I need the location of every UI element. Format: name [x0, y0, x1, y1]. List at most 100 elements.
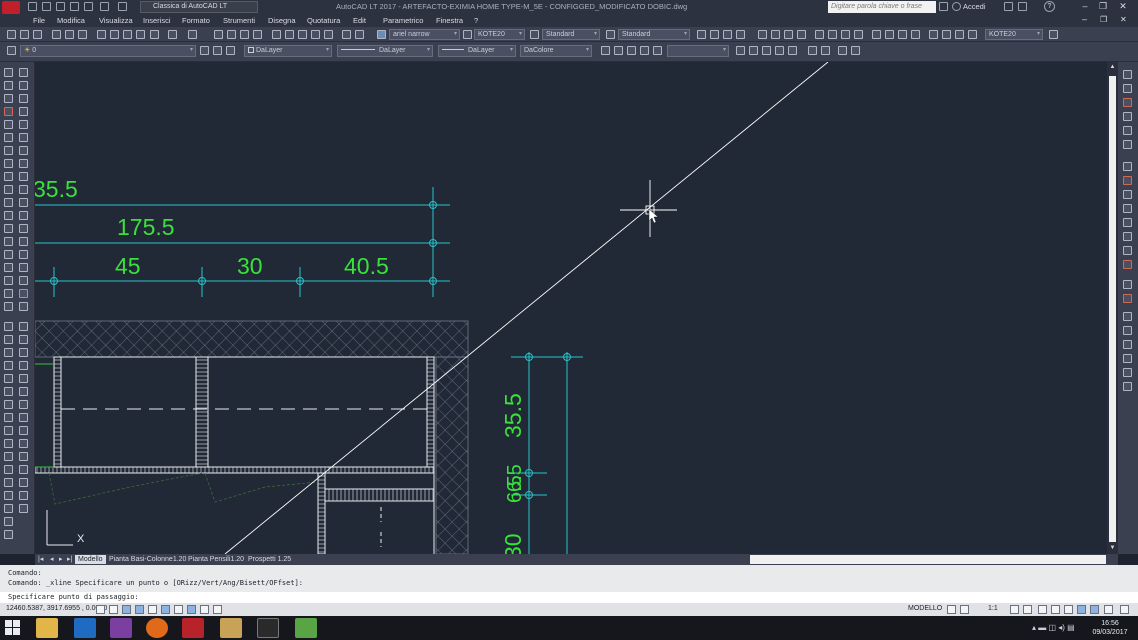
redo-icon[interactable] [188, 30, 197, 39]
ellipse-arc-icon[interactable] [4, 198, 13, 207]
text-tool-icon[interactable] [19, 289, 28, 298]
dim-aligned-icon[interactable] [710, 30, 719, 39]
construction-line-icon[interactable] [19, 81, 28, 90]
undo-icon[interactable] [168, 30, 177, 39]
help-search-input[interactable]: Digitare parola chiave o frase [828, 1, 936, 13]
tab-pianta-pensili[interactable]: Pianta Pensili1.20 [185, 555, 247, 564]
zoom-dynamic-icon[interactable] [749, 46, 758, 55]
offset-icon[interactable] [4, 361, 13, 370]
copy-tool-icon[interactable] [19, 322, 28, 331]
add-selected-icon[interactable] [19, 302, 28, 311]
extend-tool-icon[interactable] [19, 452, 28, 461]
menu-visualizza[interactable]: Visualizza [99, 16, 133, 25]
app-icon[interactable] [110, 618, 132, 638]
customization-icon[interactable] [1120, 605, 1129, 614]
make-current-icon[interactable] [200, 46, 209, 55]
trim-icon[interactable] [4, 439, 13, 448]
firefox-icon[interactable] [146, 618, 168, 638]
tab-last-icon[interactable]: ▸| [67, 555, 72, 563]
center-mark-icon[interactable] [885, 30, 894, 39]
text-style-dropdown[interactable]: Standard ▾ [542, 29, 600, 40]
explode-icon[interactable] [4, 517, 13, 526]
snap-from-icon[interactable] [1123, 294, 1132, 303]
snap-insert-icon[interactable] [1123, 218, 1132, 227]
zoom-in-icon[interactable] [808, 46, 817, 55]
annotation-scale[interactable]: 1:1 [988, 605, 998, 612]
scroll-down-icon[interactable]: ▼ [1109, 545, 1116, 553]
sheet-set-icon[interactable] [311, 30, 320, 39]
zoom-window-icon[interactable] [736, 46, 745, 55]
annotation-monitor-icon[interactable] [1051, 605, 1060, 614]
scroll-thumb[interactable] [1109, 76, 1116, 542]
offset-tool-icon[interactable] [19, 348, 28, 357]
tab-first-icon[interactable]: |◂ [38, 555, 43, 563]
quick-dim-icon[interactable] [815, 30, 824, 39]
dim-baseline-icon[interactable] [828, 30, 837, 39]
boundary-icon[interactable] [19, 263, 28, 272]
line-tool-icon[interactable] [19, 68, 28, 77]
named-views-icon[interactable] [601, 46, 610, 55]
snap-parallel-icon[interactable] [1123, 204, 1132, 213]
polygon-tool-icon[interactable] [19, 120, 28, 129]
polar-tracking-button[interactable] [135, 605, 144, 614]
restore-button[interactable]: ❐ [1096, 1, 1110, 13]
line-icon[interactable] [4, 68, 13, 77]
menu-formato[interactable]: Formato [182, 16, 210, 25]
dim-angular-icon[interactable] [797, 30, 806, 39]
redo-icon[interactable] [118, 2, 127, 11]
join-icon[interactable] [4, 478, 13, 487]
green-app-icon[interactable] [295, 618, 317, 638]
block-editor-icon[interactable] [150, 30, 159, 39]
polyline-tool-icon[interactable] [19, 107, 28, 116]
help-button[interactable]: ? [1044, 1, 1055, 12]
copy-object-icon[interactable] [4, 335, 13, 344]
sign-in-link[interactable]: Accedi [963, 2, 986, 11]
outlook-icon[interactable] [74, 618, 96, 638]
properties-icon[interactable] [272, 30, 281, 39]
system-tray-icons[interactable]: ▴ ▬ ◫ ◂) ▤ [1032, 623, 1075, 632]
vertical-scrollbar[interactable]: ▲ ▼ [1107, 62, 1118, 554]
viewport-scale-dropdown[interactable]: ▾ [667, 45, 729, 57]
menu-quotatura[interactable]: Quotatura [307, 16, 340, 25]
table-style-dropdown[interactable]: Standard ▾ [618, 29, 690, 40]
dyn-input-button[interactable] [174, 605, 183, 614]
layer-walk-icon[interactable] [1123, 368, 1132, 377]
point-tool-icon[interactable] [19, 224, 28, 233]
explode-tool-icon[interactable] [19, 504, 28, 513]
circle-icon[interactable] [4, 146, 13, 155]
text-font-dropdown[interactable]: ariel narrow ▾ [389, 29, 460, 40]
quick-properties-button[interactable] [200, 605, 209, 614]
start-button[interactable] [5, 620, 21, 636]
dim-space-icon[interactable] [854, 30, 863, 39]
tolerance-icon[interactable] [872, 30, 881, 39]
rotate-tool-icon[interactable] [19, 387, 28, 396]
snap-mode-button[interactable] [96, 605, 105, 614]
annotation-visibility-icon[interactable] [1010, 605, 1019, 614]
dim-update-icon[interactable] [955, 30, 964, 39]
snap-endpoint-icon[interactable] [1123, 70, 1132, 79]
stretch-icon[interactable] [4, 426, 13, 435]
text-style-manager-icon[interactable] [530, 30, 539, 39]
account-icon[interactable] [1018, 2, 1027, 11]
menu-disegna[interactable]: Disegna [268, 16, 296, 25]
polyline-icon[interactable] [4, 94, 13, 103]
menu-modifica[interactable]: Modifica [57, 16, 85, 25]
layer-previous-icon[interactable] [213, 46, 222, 55]
doc-close-button[interactable]: ✕ [1120, 15, 1127, 24]
quickcalc-icon[interactable] [342, 30, 351, 39]
ellipse-icon[interactable] [4, 185, 13, 194]
auto-scale-icon[interactable] [1023, 605, 1032, 614]
dim-override-icon[interactable] [1049, 30, 1058, 39]
chamfer-tool-icon[interactable] [19, 478, 28, 487]
arc-tool-icon[interactable] [19, 146, 28, 155]
workspace-selector[interactable]: Classica di AutoCAD LT [140, 1, 258, 13]
dim-radius-icon[interactable] [758, 30, 767, 39]
print-icon[interactable] [52, 30, 61, 39]
paste-icon[interactable] [123, 30, 132, 39]
workspace-switching-icon[interactable] [1038, 605, 1047, 614]
open-icon[interactable] [20, 30, 29, 39]
layer-properties-icon[interactable] [7, 46, 16, 55]
dim-style-dropdown[interactable]: KOTE20 ▾ [474, 29, 525, 40]
command-line-input[interactable]: Specificare punto di passaggio: [0, 592, 1138, 603]
doc-minimize-button[interactable]: – [1082, 14, 1087, 24]
